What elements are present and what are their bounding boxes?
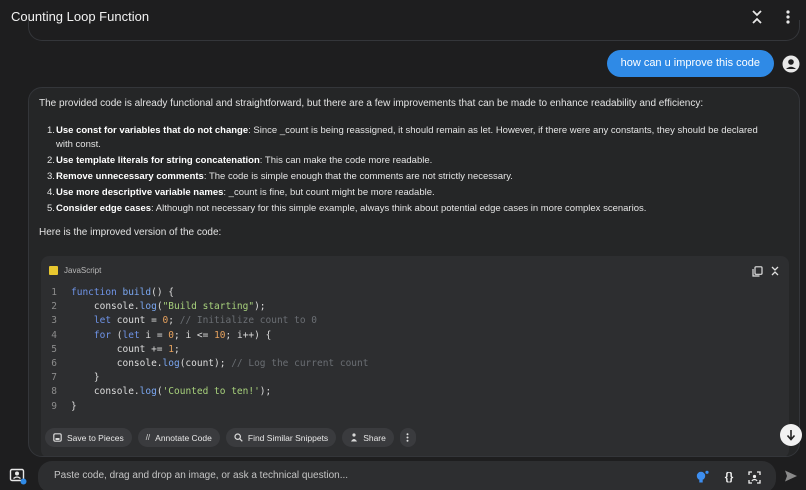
list-item-title: Use more descriptive variable names	[56, 187, 224, 198]
lightbulb-icon[interactable]	[694, 469, 710, 485]
code-line: 8 console.log('Counted to ten!');	[41, 385, 789, 399]
message-input[interactable]	[54, 470, 554, 481]
code-text: console.log('Counted to ten!');	[93, 386, 272, 398]
share-icon	[351, 433, 358, 442]
line-number: 3	[51, 315, 57, 327]
list-number: 2.	[47, 155, 55, 166]
list-number: 1.	[47, 125, 55, 136]
list-item-body: : This can make the code more readable.	[259, 155, 433, 166]
find-similar-snippets-label: Find Similar Snippets	[247, 432, 329, 443]
more-actions-button[interactable]	[399, 428, 416, 447]
list-item-title: Remove unnecessary comments	[56, 171, 204, 182]
list-item: 4. Use more descriptive variable names: …	[47, 186, 787, 200]
user-message: how can u improve this code	[606, 50, 774, 77]
line-number: 2	[51, 301, 57, 313]
code-line: 5 count += 1;	[41, 343, 789, 357]
code-actions: Save to Pieces // Annotate Code Find Sim…	[45, 428, 416, 447]
list-item-title: Use template literals for string concate…	[56, 155, 260, 166]
chat-settings-icon[interactable]	[9, 467, 27, 485]
improvements-list: 1. Use const for variables that do not c…	[47, 124, 787, 218]
assistant-answer: The provided code is already functional …	[28, 87, 800, 457]
line-number: 8	[51, 386, 57, 398]
line-number: 1	[51, 287, 57, 298]
code-text: function build() {	[71, 287, 174, 298]
list-item-body-cont: with const.	[56, 139, 101, 150]
message-composer: {}	[38, 461, 776, 490]
list-item-title: Consider edge cases	[56, 203, 152, 214]
code-block: JavaScript 1 function build() { 2 console.…	[41, 256, 789, 456]
code-line: 1 function build() {	[41, 286, 789, 300]
code-line: 9}	[41, 400, 789, 414]
list-item-text: Use more descriptive variable names: _co…	[56, 186, 435, 200]
save-icon	[53, 433, 62, 442]
copy-icon[interactable]	[751, 265, 763, 277]
collapse-code-icon[interactable]	[769, 265, 781, 277]
code-line: 6 console.log(count); // Log the current…	[41, 357, 789, 371]
code-text: }	[93, 372, 100, 384]
code-language: JavaScript	[49, 266, 101, 275]
list-item-body: : Although not necessary for this simple…	[151, 203, 647, 214]
more-vertical-icon	[406, 433, 409, 442]
annotate-icon: //	[145, 433, 151, 442]
send-icon[interactable]	[784, 469, 798, 483]
line-number: 7	[51, 372, 57, 384]
annotate-code-label: Annotate Code	[155, 432, 212, 443]
answer-outro: Here is the improved version of the code…	[39, 227, 222, 238]
line-number: 6	[51, 357, 57, 369]
list-item: 3. Remove unnecessary comments: The code…	[47, 170, 787, 184]
save-to-pieces-label: Save to Pieces	[67, 432, 124, 443]
list-item: 2. Use template literals for string conc…	[47, 154, 787, 168]
code-text: console.log(count); // Log the current c…	[116, 357, 369, 369]
arrow-down-icon	[786, 430, 796, 441]
list-item: 1. Use const for variables that do not c…	[47, 124, 787, 152]
list-item-text: Consider edge cases: Although not necess…	[56, 202, 646, 216]
list-item-body: : The code is simple enough that the com…	[203, 171, 513, 182]
code-text: let count = 0; // Initialize count to 0	[93, 315, 318, 327]
search-icon	[234, 433, 243, 442]
code-braces-icon[interactable]: {}	[721, 469, 737, 485]
list-item: 5. Consider edge cases: Although not nec…	[47, 202, 787, 216]
code-lines: 1 function build() { 2 console.log("Build …	[41, 286, 789, 414]
code-line: 2 console.log("Build starting");	[41, 300, 789, 314]
code-text: for (let i = 0; i <= 10; i++) {	[93, 329, 272, 341]
code-text: count += 1;	[116, 343, 180, 355]
save-to-pieces-button[interactable]: Save to Pieces	[45, 428, 132, 447]
line-number: 4	[51, 329, 57, 341]
find-similar-snippets-button[interactable]: Find Similar Snippets	[225, 428, 337, 447]
user-avatar-icon	[782, 55, 800, 72]
code-text: console.log("Build starting");	[93, 301, 266, 313]
list-item-text: Use template literals for string concate…	[56, 154, 432, 168]
user-message-row: how can u improve this code	[606, 50, 800, 77]
answer-intro: The provided code is already functional …	[39, 98, 704, 109]
list-number: 5.	[47, 203, 55, 214]
code-line: 4 for (let i = 0; i <= 10; i++) {	[41, 329, 789, 343]
line-number: 9	[51, 400, 57, 412]
scroll-to-bottom-button[interactable]	[780, 424, 802, 446]
code-line: 7 }	[41, 371, 789, 385]
annotate-code-button[interactable]: // Annotate Code	[137, 428, 220, 447]
line-number: 5	[51, 343, 57, 355]
list-item-text: Use const for variables that do not chan…	[56, 124, 758, 152]
code-text: }	[71, 400, 77, 412]
list-item-title: Use const for variables that do not chan…	[56, 125, 249, 136]
share-label: Share	[363, 432, 386, 443]
list-number: 4.	[47, 187, 55, 198]
list-item-body: : _count is fine, but count might be mor…	[223, 187, 435, 198]
list-item-text: Remove unnecessary comments: The code is…	[56, 170, 513, 184]
javascript-icon	[49, 266, 58, 275]
language-label: JavaScript	[64, 266, 102, 275]
code-line: 3 let count = 0; // Initialize count to …	[41, 314, 789, 328]
screenshot-icon[interactable]	[746, 469, 762, 485]
list-number: 3.	[47, 171, 55, 182]
list-item-body: : Since _count is being reassigned, it s…	[248, 125, 758, 136]
share-button[interactable]: Share	[342, 428, 394, 447]
previous-message-bubble	[28, 20, 800, 41]
